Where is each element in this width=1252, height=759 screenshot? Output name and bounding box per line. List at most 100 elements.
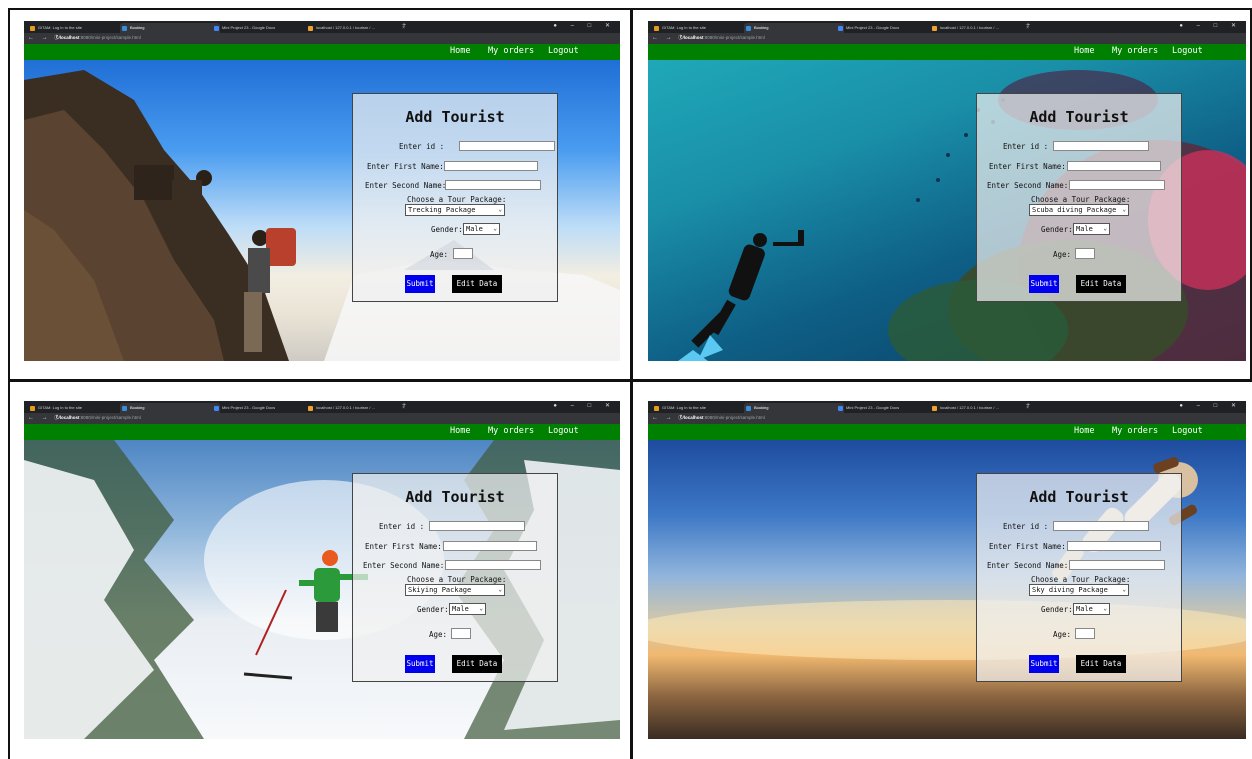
browser-tab-active[interactable]: Booking× bbox=[744, 403, 844, 413]
first-name-input[interactable] bbox=[1067, 541, 1161, 551]
grid-divider-horizontal bbox=[8, 379, 1252, 382]
extension-icons[interactable] bbox=[566, 415, 614, 430]
package-select[interactable]: Trecking Package ⌄ bbox=[405, 204, 505, 216]
id-input[interactable] bbox=[429, 521, 525, 531]
gender-select[interactable]: Male ⌄ bbox=[449, 603, 486, 615]
age-input[interactable] bbox=[453, 248, 473, 259]
browser-tab[interactable]: Mini Project 23 - Google Docs× bbox=[212, 23, 314, 33]
nav-logout-link[interactable]: Logout bbox=[548, 46, 579, 56]
browser-tab[interactable]: Mini Project 23 - Google Docs× bbox=[212, 403, 314, 413]
submit-button[interactable]: Submit bbox=[405, 275, 435, 293]
new-tab-icon[interactable]: + bbox=[1026, 22, 1030, 29]
first-name-input[interactable] bbox=[443, 541, 537, 551]
browser-tab[interactable]: Mini Project 23 - Google Docs× bbox=[836, 403, 938, 413]
browser-tab[interactable]: GITAM: Log in to the site× bbox=[28, 23, 128, 33]
package-select[interactable]: Skiying Package ⌄ bbox=[405, 584, 505, 596]
url-text[interactable]: ⓘ localhost:8080/mini-project/sample.htm… bbox=[54, 35, 141, 41]
extension-icons[interactable] bbox=[566, 35, 614, 50]
edit-data-button[interactable]: Edit Data bbox=[1076, 655, 1126, 673]
browser-tab[interactable]: GITAM: Log in to the site× bbox=[652, 23, 752, 33]
window-controls-icon[interactable]: ● – □ ✕ bbox=[553, 22, 616, 29]
browser-tab[interactable]: localhost / 127.0.0.1 / tourism / ... × bbox=[306, 403, 408, 413]
age-input[interactable] bbox=[1075, 628, 1095, 639]
browser-tab[interactable]: GITAM: Log in to the site× bbox=[28, 403, 128, 413]
gender-select[interactable]: Male ⌄ bbox=[1073, 603, 1110, 615]
browser-tab[interactable]: Mini Project 23 - Google Docs× bbox=[836, 23, 938, 33]
add-tourist-form: Add Tourist Enter id : Enter First Name:… bbox=[352, 93, 558, 302]
url-text[interactable]: ⓘ localhost:8080/mini-project/sample.htm… bbox=[54, 415, 141, 421]
nav-my-orders-link[interactable]: My orders bbox=[488, 426, 534, 436]
new-tab-icon[interactable]: + bbox=[402, 22, 406, 29]
gender-label: Gender: bbox=[431, 225, 463, 234]
address-bar: ← → ↻ ⓘ localhost:8080/mini-project/samp… bbox=[24, 33, 620, 50]
gender-select[interactable]: Male ⌄ bbox=[463, 223, 500, 235]
browser-tab-active[interactable]: Booking× bbox=[120, 23, 220, 33]
new-tab-icon[interactable]: + bbox=[402, 402, 406, 409]
browser-tab-active[interactable]: Booking× bbox=[744, 23, 844, 33]
browser-tab[interactable]: GITAM: Log in to the site× bbox=[652, 403, 752, 413]
age-input[interactable] bbox=[1075, 248, 1095, 259]
window-controls-icon[interactable]: ● – □ ✕ bbox=[1179, 402, 1242, 409]
window-controls-icon[interactable]: ● – □ ✕ bbox=[1179, 22, 1242, 29]
screenshot-panel-climbing: GITAM: Log in to the site× Booking× Mini… bbox=[24, 21, 620, 361]
browser-tab[interactable]: localhost / 127.0.0.1 / tourism / ... × bbox=[306, 23, 408, 33]
age-input[interactable] bbox=[451, 628, 471, 639]
package-selected-value: Skiying Package bbox=[408, 586, 472, 594]
id-input[interactable] bbox=[1053, 521, 1149, 531]
submit-button[interactable]: Submit bbox=[1029, 275, 1059, 293]
chevron-down-icon: ⌄ bbox=[493, 225, 497, 232]
browser-tab-active[interactable]: Booking× bbox=[120, 403, 220, 413]
url-text[interactable]: ⓘ localhost:8080/mini-project/sample.htm… bbox=[678, 415, 765, 421]
first-name-input[interactable] bbox=[1067, 161, 1161, 171]
first-name-input[interactable] bbox=[444, 161, 538, 171]
id-input[interactable] bbox=[459, 141, 555, 151]
first-name-label: Enter First Name: bbox=[989, 162, 1066, 171]
chevron-down-icon: ⌄ bbox=[498, 206, 502, 213]
package-select[interactable]: Scuba diving Package ⌄ bbox=[1029, 204, 1129, 216]
form-title: Add Tourist bbox=[405, 488, 505, 506]
nav-home-link[interactable]: Home bbox=[450, 46, 470, 56]
second-name-input[interactable] bbox=[1069, 560, 1165, 570]
browser-tab[interactable]: localhost / 127.0.0.1 / tourism / ... × bbox=[930, 403, 1032, 413]
site-favicon-icon bbox=[654, 26, 659, 31]
nav-home-link[interactable]: Home bbox=[1074, 426, 1094, 436]
second-name-input[interactable] bbox=[445, 560, 541, 570]
edit-data-button[interactable]: Edit Data bbox=[452, 655, 502, 673]
id-input[interactable] bbox=[1053, 141, 1149, 151]
extension-icons[interactable] bbox=[1192, 35, 1240, 50]
edit-data-button[interactable]: Edit Data bbox=[1076, 275, 1126, 293]
submit-button[interactable]: Submit bbox=[405, 655, 435, 673]
edit-data-button[interactable]: Edit Data bbox=[452, 275, 502, 293]
nav-logout-link[interactable]: Logout bbox=[1172, 46, 1203, 56]
nav-home-link[interactable]: Home bbox=[450, 426, 470, 436]
nav-logout-link[interactable]: Logout bbox=[1172, 426, 1203, 436]
second-name-label: Enter Second Name: bbox=[987, 561, 1069, 570]
tab-title: localhost / 127.0.0.1 / tourism / ... bbox=[316, 405, 375, 410]
package-label: Choose a Tour Package: bbox=[1031, 195, 1131, 204]
chevron-down-icon: ⌄ bbox=[1103, 605, 1107, 612]
booking-favicon-icon bbox=[122, 26, 127, 31]
id-label: Enter id : bbox=[379, 522, 425, 531]
gender-select[interactable]: Male ⌄ bbox=[1073, 223, 1110, 235]
second-name-input[interactable] bbox=[1069, 180, 1165, 190]
nav-my-orders-link[interactable]: My orders bbox=[1112, 46, 1158, 56]
first-name-label: Enter First Name: bbox=[989, 542, 1066, 551]
new-tab-icon[interactable]: + bbox=[1026, 402, 1030, 409]
nav-my-orders-link[interactable]: My orders bbox=[1112, 426, 1158, 436]
submit-button[interactable]: Submit bbox=[1029, 655, 1059, 673]
nav-home-link[interactable]: Home bbox=[1074, 46, 1094, 56]
url-text[interactable]: ⓘ localhost:8080/mini-project/sample.htm… bbox=[678, 35, 765, 41]
extension-icons[interactable] bbox=[1192, 415, 1240, 430]
id-label: Enter id : bbox=[399, 142, 445, 151]
tab-title: GITAM: Log in to the site bbox=[662, 25, 706, 30]
window-controls-icon[interactable]: ● – □ ✕ bbox=[553, 402, 616, 409]
nav-logout-link[interactable]: Logout bbox=[548, 426, 579, 436]
docs-favicon-icon bbox=[214, 26, 219, 31]
browser-tab[interactable]: localhost / 127.0.0.1 / tourism / ... × bbox=[930, 23, 1032, 33]
nav-my-orders-link[interactable]: My orders bbox=[488, 46, 534, 56]
url-host: localhost bbox=[59, 35, 80, 40]
browser-tab-strip: GITAM: Log in to the site× Booking× Mini… bbox=[648, 21, 1246, 33]
tab-title: GITAM: Log in to the site bbox=[662, 405, 706, 410]
second-name-input[interactable] bbox=[445, 180, 541, 190]
package-select[interactable]: Sky diving Package ⌄ bbox=[1029, 584, 1129, 596]
